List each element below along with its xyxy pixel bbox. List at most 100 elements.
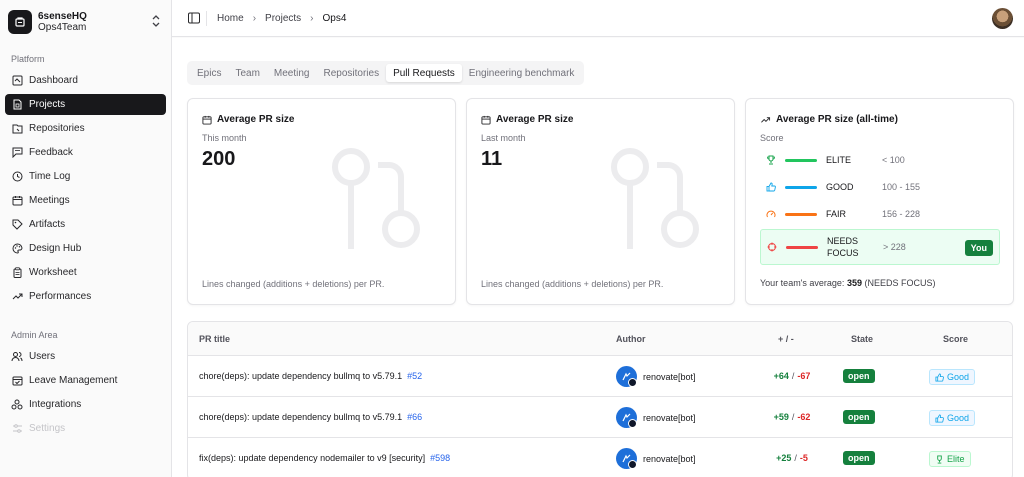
deletions: -5 bbox=[799, 453, 808, 463]
sidebar-item-label: Artifacts bbox=[29, 219, 66, 230]
team-name: 6senseHQ bbox=[38, 11, 87, 22]
sidebar-item-feedback[interactable]: Feedback bbox=[5, 142, 166, 163]
tab-team[interactable]: Team bbox=[228, 64, 266, 82]
sidebar: 6senseHQ Ops4Team Platform Dashboard Pro… bbox=[0, 0, 172, 477]
sidebar-item-integrations[interactable]: Integrations bbox=[5, 394, 166, 415]
breadcrumb-projects[interactable]: Projects bbox=[265, 13, 301, 24]
col-score: Score bbox=[943, 334, 969, 344]
gauge-icon bbox=[764, 209, 778, 219]
crosshair-icon bbox=[765, 242, 779, 252]
you-badge: You bbox=[964, 240, 993, 256]
project-tabs: Epics Team Meeting Repositories Pull Req… bbox=[187, 61, 585, 85]
team-switcher[interactable]: 6senseHQ Ops4Team bbox=[8, 7, 164, 37]
pr-title[interactable]: chore(deps): update dependency bullmq to… bbox=[199, 412, 402, 422]
score-badge: Elite bbox=[929, 451, 971, 467]
sidebar-item-meetings[interactable]: Meetings bbox=[5, 190, 166, 211]
sidebar-item-label: Repositories bbox=[29, 123, 85, 134]
sidebar-item-leave-management[interactable]: Leave Management bbox=[5, 370, 166, 391]
team-average-status: (NEEDS FOCUS) bbox=[864, 278, 936, 288]
git-pull-request-icon bbox=[611, 148, 699, 249]
breadcrumb-home[interactable]: Home bbox=[217, 13, 244, 24]
tab-repositories[interactable]: Repositories bbox=[316, 64, 386, 82]
score-bar bbox=[785, 212, 817, 216]
platform-section-label: Platform bbox=[11, 54, 45, 64]
score-row-good: GOOD 100 - 155 bbox=[760, 176, 1000, 198]
score-range: > 228 bbox=[883, 242, 906, 252]
additions: +25 bbox=[776, 453, 792, 463]
tab-meeting[interactable]: Meeting bbox=[267, 64, 317, 82]
sidebar-item-settings[interactable]: Settings bbox=[5, 418, 166, 439]
pr-number-link[interactable]: #52 bbox=[407, 371, 422, 381]
col-pr-title: PR title bbox=[199, 334, 231, 344]
projects-icon bbox=[11, 99, 23, 111]
sidebar-item-label: Projects bbox=[29, 99, 66, 110]
sidebar-item-design-hub[interactable]: Design Hub bbox=[5, 238, 166, 259]
users-icon bbox=[11, 351, 23, 363]
card-title: Average PR size bbox=[496, 114, 574, 125]
sidebar-item-label: Worksheet bbox=[29, 267, 77, 278]
score-bar bbox=[785, 185, 817, 189]
additions: +59 bbox=[773, 412, 789, 422]
table-row[interactable]: chore(deps): update dependency bullmq to… bbox=[188, 356, 1012, 397]
sidebar-item-label: Integrations bbox=[29, 399, 82, 410]
team-average-label: Your team's average: bbox=[760, 278, 845, 288]
calendar-icon bbox=[202, 115, 212, 125]
admin-section-label: Admin Area bbox=[11, 330, 58, 340]
pr-title[interactable]: chore(deps): update dependency bullmq to… bbox=[199, 371, 402, 381]
sidebar-item-projects[interactable]: Projects bbox=[5, 94, 166, 115]
sidebar-toggle-icon[interactable] bbox=[188, 12, 200, 27]
sidebar-item-users[interactable]: Users bbox=[5, 346, 166, 367]
pr-number-link[interactable]: #66 bbox=[407, 412, 422, 422]
state-badge: open bbox=[843, 369, 875, 383]
pr-size-this-month-card: Average PR size This month 200 Lines cha… bbox=[187, 98, 456, 305]
card-value: 200 bbox=[202, 148, 236, 170]
pr-number-link[interactable]: #598 bbox=[430, 453, 450, 463]
card-period: This month bbox=[202, 133, 247, 143]
pr-title[interactable]: fix(deps): update dependency nodemailer … bbox=[199, 453, 425, 463]
tab-pull-requests[interactable]: Pull Requests bbox=[386, 64, 462, 82]
score-row-elite: ELITE < 100 bbox=[760, 149, 1000, 171]
score-label: Elite bbox=[947, 454, 965, 464]
sidebar-item-performances[interactable]: Performances bbox=[5, 286, 166, 307]
tab-engineering-benchmark[interactable]: Engineering benchmark bbox=[462, 64, 582, 82]
clock-icon bbox=[11, 171, 23, 183]
renovate-bot-avatar bbox=[616, 407, 637, 428]
tab-epics[interactable]: Epics bbox=[190, 64, 228, 82]
team-logo-icon bbox=[8, 10, 32, 34]
repositories-icon bbox=[11, 123, 23, 135]
author-name: renovate[bot] bbox=[643, 371, 696, 382]
state-badge: open bbox=[843, 451, 875, 465]
score-row-needs-focus: NEEDS FOCUS > 228 You bbox=[760, 229, 1000, 265]
user-avatar[interactable] bbox=[992, 8, 1013, 29]
sidebar-item-repositories[interactable]: Repositories bbox=[5, 118, 166, 139]
trophy-icon bbox=[935, 454, 944, 464]
sidebar-item-worksheet[interactable]: Worksheet bbox=[5, 262, 166, 283]
chevron-right-icon: › bbox=[310, 13, 314, 24]
sidebar-item-dashboard[interactable]: Dashboard bbox=[5, 70, 166, 91]
score-label: ELITE bbox=[826, 155, 852, 165]
team-subtitle: Ops4Team bbox=[38, 22, 87, 33]
table-row[interactable]: chore(deps): update dependency bullmq to… bbox=[188, 397, 1012, 438]
calendar-icon bbox=[11, 195, 23, 207]
table-row[interactable]: fix(deps): update dependency nodemailer … bbox=[188, 438, 1012, 477]
trend-icon bbox=[760, 115, 771, 125]
sidebar-item-label: Leave Management bbox=[29, 375, 118, 386]
col-state: State bbox=[851, 334, 874, 344]
card-value: 11 bbox=[481, 148, 503, 170]
header-divider bbox=[206, 11, 207, 26]
score-label: Score bbox=[760, 133, 784, 143]
score-label: NEEDS FOCUS bbox=[827, 236, 859, 258]
team-average-value: 359 bbox=[846, 278, 862, 288]
sidebar-item-artifacts[interactable]: Artifacts bbox=[5, 214, 166, 235]
calendar-icon bbox=[481, 115, 491, 125]
sidebar-item-time-log[interactable]: Time Log bbox=[5, 166, 166, 187]
top-header: Home › Projects › Ops4 bbox=[172, 0, 1024, 37]
feedback-icon bbox=[11, 147, 23, 159]
score-range: 100 - 155 bbox=[882, 182, 921, 192]
state-badge: open bbox=[843, 410, 875, 424]
card-period: Last month bbox=[481, 133, 526, 143]
deletions: -67 bbox=[797, 371, 811, 381]
renovate-bot-avatar bbox=[616, 448, 637, 469]
score-row-fair: FAIR 156 - 228 bbox=[760, 203, 1000, 225]
sidebar-item-label: Design Hub bbox=[29, 243, 82, 254]
